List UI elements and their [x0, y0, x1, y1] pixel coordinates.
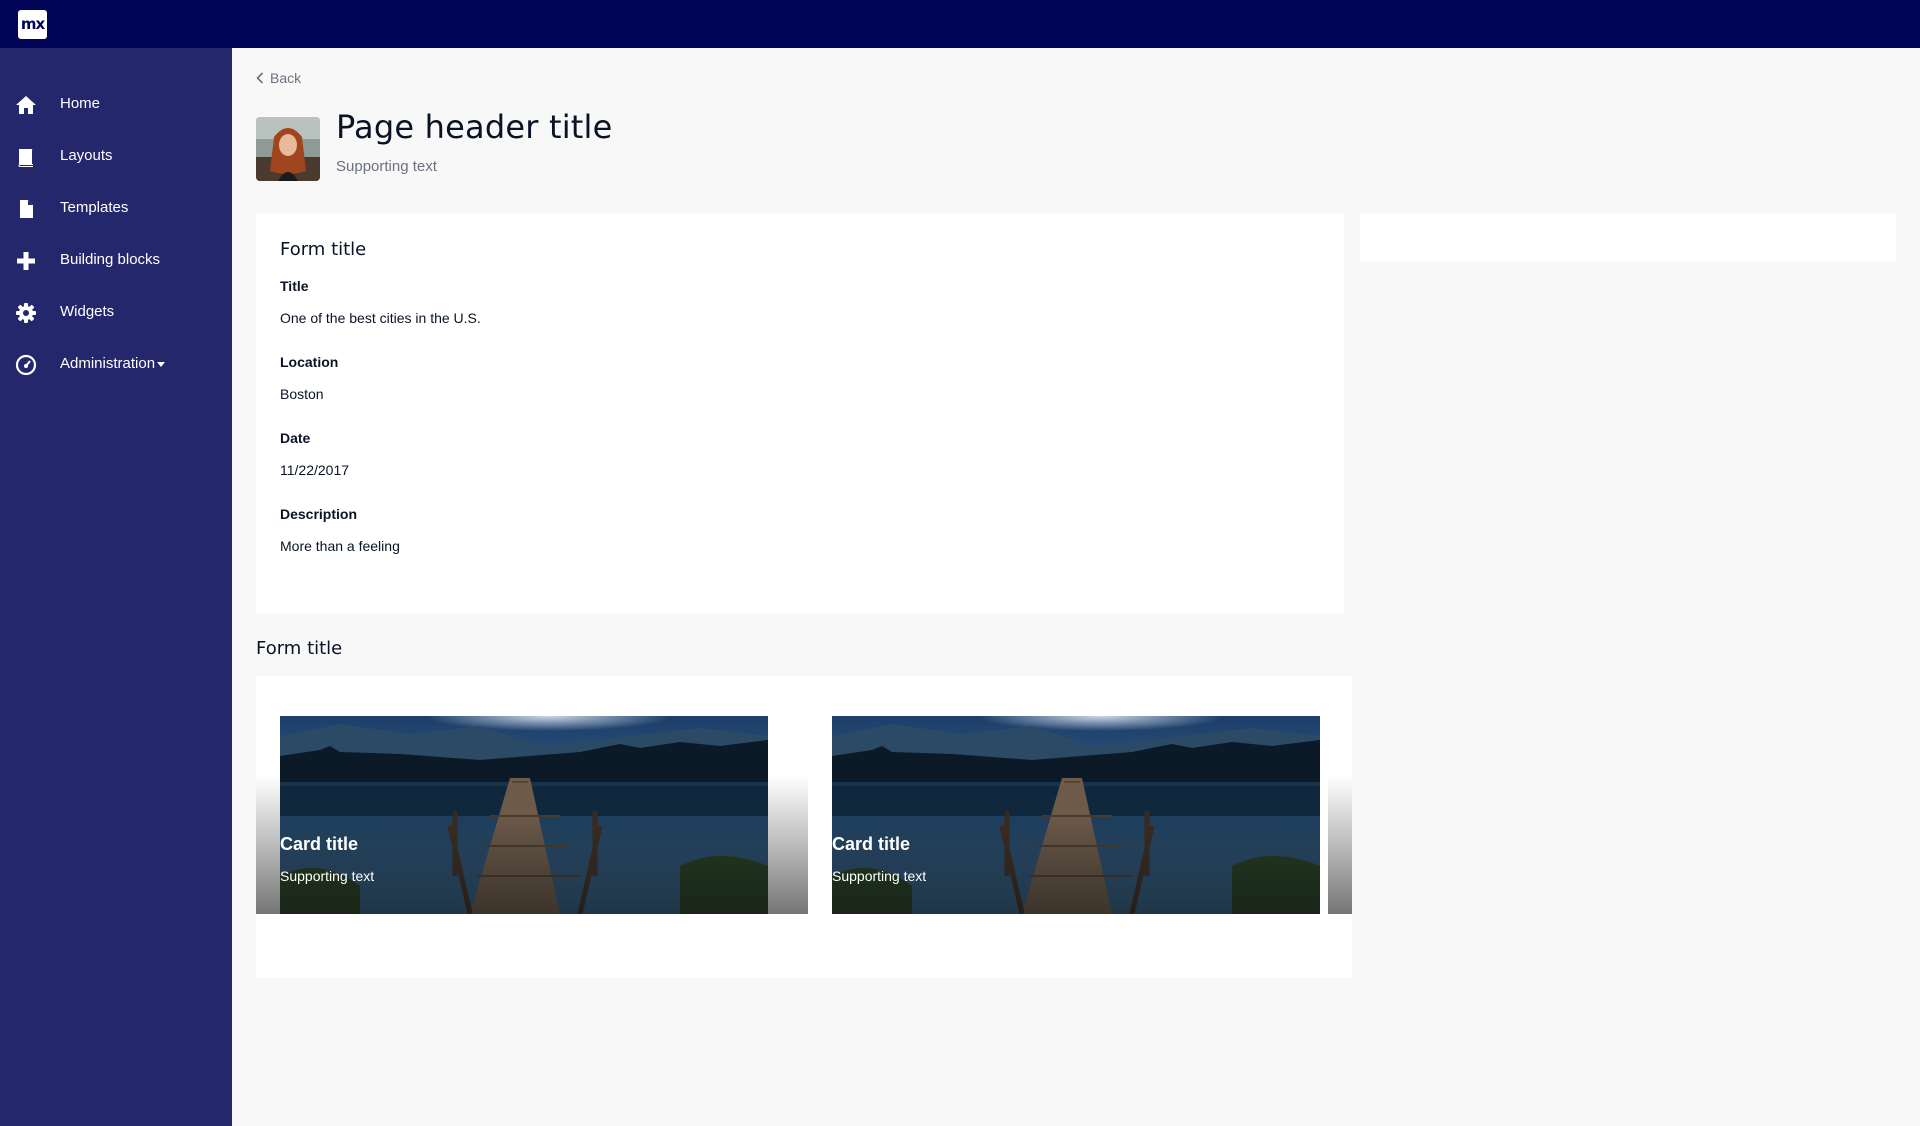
sidebar-item-home[interactable]: Home — [0, 78, 232, 130]
field-value-description: More than a feeling — [280, 538, 400, 554]
field-value-date: 11/22/2017 — [280, 462, 350, 478]
plus-icon — [17, 252, 35, 270]
field-label-location: Location — [280, 354, 339, 370]
page-title: Page header title — [336, 108, 613, 146]
image-gradient — [832, 814, 1320, 914]
field-label-title: Title — [280, 278, 309, 294]
card-shadow-edge — [256, 776, 280, 914]
sidebar-item-administration[interactable]: Administration — [0, 338, 232, 390]
top-bar: mx — [0, 0, 1920, 48]
section-title: Form title — [256, 638, 343, 659]
sidebar-item-label: Templates — [60, 199, 129, 216]
sidebar-item-widgets[interactable]: Widgets — [0, 286, 232, 338]
card-subtitle: Supporting text — [280, 868, 375, 884]
gear-icon — [16, 303, 36, 323]
image-card[interactable]: Card title Supporting text — [280, 716, 768, 914]
chevron-left-icon — [256, 72, 264, 84]
sidebar-item-label: Home — [60, 95, 101, 112]
card-subtitle: Supporting text — [832, 868, 927, 884]
card-title: Card title — [832, 834, 911, 854]
back-label: Back — [270, 70, 302, 86]
back-link[interactable]: Back — [256, 70, 301, 86]
avatar — [256, 117, 320, 181]
field-label-date: Date — [280, 430, 311, 446]
cards-container: Card title Supporting text Card title Su… — [256, 676, 1352, 978]
sidebar-item-templates[interactable]: Templates — [0, 182, 232, 234]
card-title: Card title — [280, 834, 359, 854]
sidebar-item-building-blocks[interactable]: Building blocks — [0, 234, 232, 286]
sidebar-item-label: Building blocks — [60, 251, 161, 268]
dashboard-icon — [15, 354, 37, 376]
form-title: Form title — [280, 239, 367, 260]
sidebar-item-layouts[interactable]: Layouts — [0, 130, 232, 182]
image-gradient — [280, 814, 768, 914]
field-label-description: Description — [280, 506, 358, 522]
image-card[interactable]: Card title Supporting text — [832, 716, 1320, 914]
app-logo[interactable]: mx — [18, 10, 47, 39]
field-value-location: Boston — [280, 386, 324, 402]
side-card — [1360, 213, 1896, 261]
form-card: Form title Title One of the best cities … — [256, 213, 1344, 613]
sidebar-item-label: Layouts — [60, 147, 113, 164]
card-shadow-edge — [768, 776, 808, 914]
sidebar-item-label: Widgets — [60, 303, 115, 320]
card-shadow-edge — [1328, 776, 1352, 914]
sidebar: Home Layouts Templates Building blocks W… — [0, 48, 232, 1126]
field-value-title: One of the best cities in the U.S. — [280, 310, 481, 326]
sidebar-item-label: Administration — [60, 355, 166, 372]
home-icon — [16, 96, 36, 114]
main-content: Back Page header title Supporting text F… — [232, 48, 1920, 1126]
chevron-down-icon — [157, 361, 166, 367]
page-subtitle: Supporting text — [336, 158, 437, 175]
book-icon — [18, 149, 33, 167]
file-icon — [20, 200, 33, 218]
